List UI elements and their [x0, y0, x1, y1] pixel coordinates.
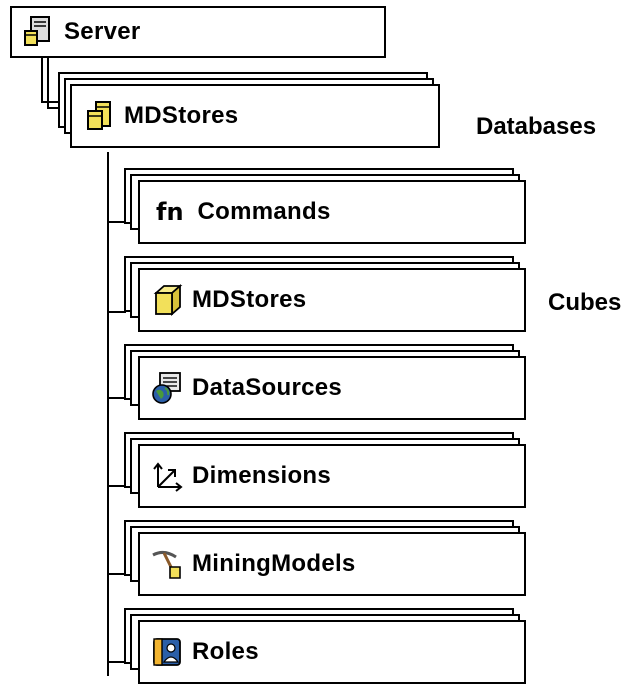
commands-label: Commands — [197, 198, 331, 225]
datasources-node[interactable]: DataSources — [138, 356, 526, 420]
miningmodels-label: MiningModels — [192, 550, 356, 577]
dimensions-node[interactable]: Dimensions — [138, 444, 526, 508]
cube-label: MDStores — [192, 286, 307, 313]
dimensions-label: Dimensions — [192, 462, 332, 489]
roles-icon — [153, 638, 181, 666]
database-label: MDStores — [124, 102, 239, 129]
cubes-annotation: Cubes — [548, 289, 622, 316]
roles-node[interactable]: Roles — [138, 620, 526, 684]
miningmodels-node[interactable]: MiningModels — [138, 532, 526, 596]
server-label: Server — [64, 18, 141, 45]
mining-pick-icon — [152, 550, 181, 579]
commands-node[interactable]: fn Commands — [138, 180, 526, 244]
function-icon: fn — [156, 198, 184, 226]
datasources-label: DataSources — [192, 374, 343, 401]
database-node[interactable]: MDStores — [70, 84, 440, 148]
database-icon — [87, 101, 111, 130]
dimension-arrows-icon — [153, 462, 183, 492]
cube-node[interactable]: MDStores — [138, 268, 526, 332]
datasource-globe-icon — [152, 372, 181, 404]
roles-label: Roles — [192, 638, 259, 665]
cube-icon — [153, 284, 183, 316]
server-node[interactable]: Server — [10, 6, 386, 58]
server-icon — [24, 16, 50, 46]
databases-annotation: Databases — [476, 113, 597, 140]
